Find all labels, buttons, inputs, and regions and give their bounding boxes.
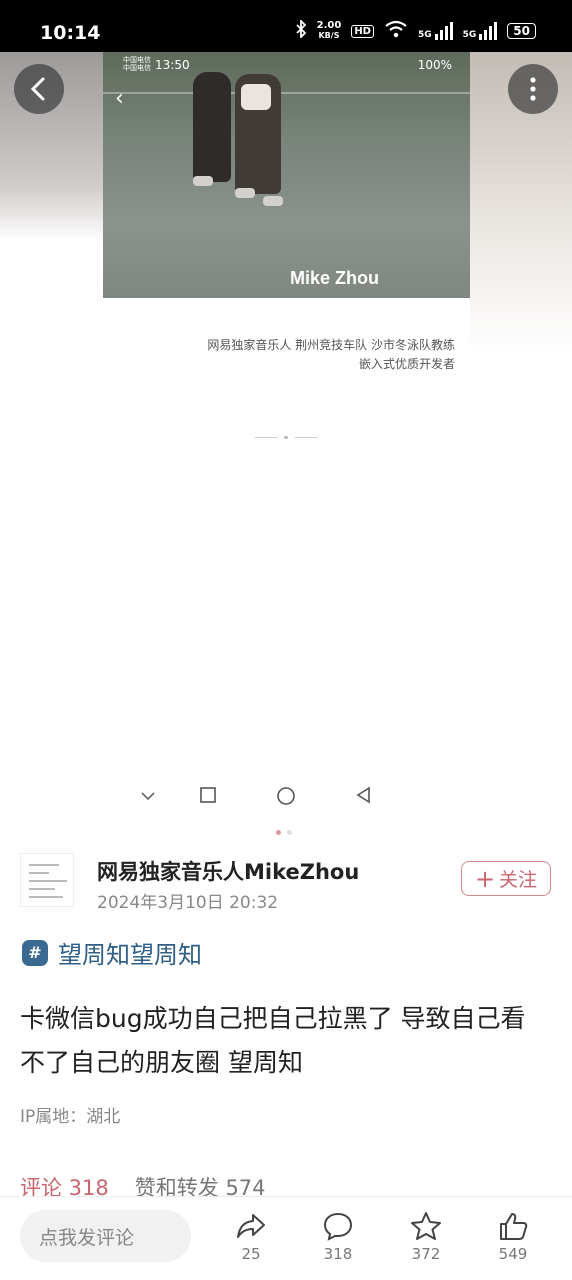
page-dot-active xyxy=(276,830,281,835)
caption-line: 网易独家音乐人 荆州竞技车队 沙市冬泳队教练 xyxy=(207,338,455,352)
person-figure xyxy=(193,72,231,186)
inner-status-bar: 中国电信 中国电信 13:50 100% xyxy=(103,56,470,72)
status-time: 10:14 xyxy=(40,22,101,44)
share-button[interactable]: 25 xyxy=(226,1211,276,1263)
bluetooth-icon xyxy=(295,18,307,42)
author-avatar[interactable] xyxy=(20,853,74,907)
status-icons: 2.00 KB/S HD 5G 5G 50 xyxy=(295,18,536,42)
status-bar: 10:14 2.00 KB/S HD 5G 5G 50 xyxy=(0,0,572,52)
favorite-button[interactable]: 372 xyxy=(401,1211,451,1263)
favorite-count: 372 xyxy=(411,1245,441,1263)
person-figure xyxy=(235,74,283,206)
signal-icon: 5G xyxy=(418,22,453,40)
nav-down-icon xyxy=(140,786,156,807)
inner-carrier: 中国电信 中国电信 xyxy=(123,56,151,72)
more-button[interactable] xyxy=(508,64,558,114)
topic-tag[interactable]: # 望周知望周知 xyxy=(22,935,202,970)
star-icon xyxy=(411,1212,441,1240)
network-type-1: 5G xyxy=(417,30,432,40)
comment-button[interactable]: 318 xyxy=(313,1211,363,1263)
hashtag-icon: # xyxy=(22,939,48,966)
post-time: 2024年3月10日 20:32 xyxy=(97,893,279,913)
post-body: 卡微信bug成功自己把自己拉黑了 导致自己看不了自己的朋友圈 望周知 xyxy=(20,1004,526,1077)
back-button[interactable] xyxy=(14,64,64,114)
hd-badge: HD xyxy=(351,24,374,38)
inner-time: 13:50 xyxy=(155,58,190,72)
comment-icon xyxy=(323,1212,353,1241)
speed-value: 2.00 xyxy=(316,20,342,31)
video-watermark-name: Mike Zhou xyxy=(290,268,379,288)
share-icon xyxy=(237,1214,265,1238)
media-viewer[interactable]: 中国电信 中国电信 13:50 100% ‹ Mike Zhou 网易独家音乐人… xyxy=(0,52,572,832)
like-icon xyxy=(500,1213,528,1240)
nav-recent-icon xyxy=(199,786,217,809)
page-indicator xyxy=(276,830,292,835)
back-icon xyxy=(30,77,45,101)
author-name[interactable]: 网易独家音乐人MikeZhou xyxy=(97,856,359,886)
ip-location: IP属地：湖北 xyxy=(20,1107,121,1127)
share-count: 25 xyxy=(241,1245,261,1263)
network-speed: 2.00 KB/S xyxy=(317,21,342,41)
plus-icon: + xyxy=(474,864,496,893)
caption-line: 嵌入式优质开发者 xyxy=(358,357,455,371)
speed-unit: KB/S xyxy=(318,31,340,40)
video-screenshot[interactable]: 中国电信 中国电信 13:50 100% ‹ Mike Zhou xyxy=(103,52,470,298)
nav-home-icon xyxy=(276,786,296,811)
inner-battery: 100% xyxy=(417,58,452,72)
follow-button[interactable]: + 关注 xyxy=(461,861,551,896)
wifi-icon xyxy=(384,20,408,42)
embedded-nav-bar xyxy=(0,780,572,814)
topic-label: 望周知望周知 xyxy=(58,941,202,969)
page-dot xyxy=(287,830,292,835)
inner-back-icon: ‹ xyxy=(115,86,124,111)
like-button[interactable]: 549 xyxy=(488,1211,538,1263)
battery-icon: 50 xyxy=(507,23,536,39)
follow-label: 关注 xyxy=(499,869,538,891)
field-line xyxy=(103,92,470,94)
media-caption: 网易独家音乐人 荆州竞技车队 沙市冬泳队教练 嵌入式优质开发者 xyxy=(207,336,455,374)
bottom-action-bar: 点我发评论 25 318 372 549 xyxy=(0,1196,572,1280)
comment-input[interactable]: 点我发评论 xyxy=(20,1210,191,1262)
nav-back-icon xyxy=(355,786,373,809)
signal-icon-2: 5G xyxy=(463,22,498,40)
like-count: 549 xyxy=(498,1245,528,1263)
loading-indicator xyxy=(255,435,319,441)
comment-count: 318 xyxy=(323,1245,353,1263)
network-type-2: 5G xyxy=(462,30,477,40)
more-icon xyxy=(530,77,536,101)
